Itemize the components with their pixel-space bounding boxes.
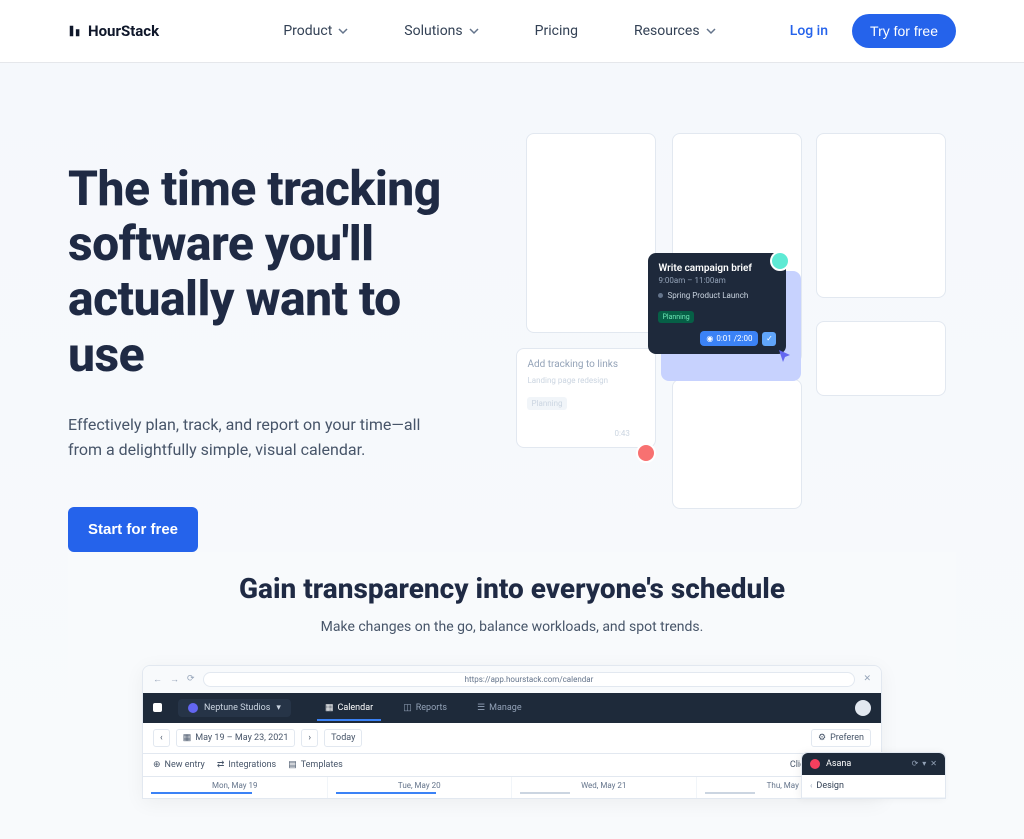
task-time: 9:00am – 11:00am <box>658 276 776 285</box>
url-bar[interactable]: https://app.hourstack.com/calendar <box>203 672 856 687</box>
record-icon: ◉ <box>706 334 713 343</box>
progress-bar <box>151 792 252 794</box>
nav-solutions[interactable]: Solutions <box>404 23 478 39</box>
templates-icon: ▤ <box>288 760 297 770</box>
progress-bar <box>336 792 437 794</box>
workspace-switcher[interactable]: Neptune Studios ▾ <box>178 699 291 717</box>
gear-icon: ⚙ <box>818 733 826 743</box>
new-entry-button[interactable]: ⊕ New entry <box>153 760 205 770</box>
close-icon[interactable]: ✕ <box>863 674 871 684</box>
chevron-down-icon <box>469 26 479 36</box>
chevron-down-icon: ▾ <box>276 703 281 713</box>
illus-card <box>816 321 946 396</box>
section-title: Gain transparency into everyone's schedu… <box>68 572 956 605</box>
templates-button[interactable]: ▤ Templates <box>288 760 343 770</box>
day-column: Wed, May 21 <box>512 777 697 798</box>
header-actions: Log in Try for free <box>790 14 956 48</box>
progress-bar <box>705 792 755 794</box>
browser-chrome: ← → ⟳ https://app.hourstack.com/calendar… <box>143 666 881 693</box>
prev-week-button[interactable]: ‹ <box>153 729 170 747</box>
calendar-sub-toolbar: ⊕ New entry ⇄ Integrations ▤ Templates C… <box>143 754 881 777</box>
integrations-icon: ⇄ <box>217 760 225 770</box>
hero-section: The time tracking software you'll actual… <box>0 63 1024 839</box>
start-free-button[interactable]: Start for free <box>68 507 198 552</box>
progress-bar <box>520 792 570 794</box>
brand-name: HourStack <box>88 22 159 40</box>
tab-manage[interactable]: ☰ Manage <box>469 695 530 721</box>
task-card-dark: Write campaign brief 9:00am – 11:00am Sp… <box>648 253 786 354</box>
illus-card <box>672 379 802 509</box>
avatar-icon <box>636 443 656 463</box>
task-title: Write campaign brief <box>658 263 776 274</box>
integrations-button[interactable]: ⇄ Integrations <box>217 760 276 770</box>
chevron-left-icon: ‹ <box>810 781 812 790</box>
chevron-down-icon <box>338 26 348 36</box>
hourstack-logo-icon <box>68 24 82 38</box>
today-button[interactable]: Today <box>324 729 362 747</box>
hero-subtitle: Effectively plan, track, and report on y… <box>68 412 428 463</box>
calendar-icon: ▦ <box>183 733 192 743</box>
section-transparency: Gain transparency into everyone's schedu… <box>68 552 956 799</box>
preferences-button[interactable]: ⚙ Preferen <box>811 729 871 747</box>
calendar-day-headers: Mon, May 19 Tue, May 20 Wed, May 21 Thu,… <box>143 777 881 798</box>
manage-icon: ☰ <box>477 703 485 713</box>
nav-pricing[interactable]: Pricing <box>535 23 578 39</box>
illus-card-light: Add tracking to links Landing page redes… <box>516 348 656 448</box>
float-timer: 0:43 <box>614 429 629 438</box>
hero-illustration: Add tracking to links Landing page redes… <box>516 133 956 513</box>
day-column: Tue, May 20 <box>328 777 513 798</box>
calendar-toolbar: ‹ ▦ May 19 – May 23, 2021 › Today ⚙ Pref… <box>143 723 881 754</box>
card-tag: Planning <box>527 397 566 410</box>
tab-reports[interactable]: ◫ Reports <box>395 695 455 721</box>
reports-icon: ◫ <box>403 703 412 713</box>
task-project: Spring Product Launch <box>658 291 776 300</box>
card-project: Landing page redesign <box>527 376 645 385</box>
nav-product[interactable]: Product <box>283 23 348 39</box>
illus-card <box>816 133 946 298</box>
integration-side-panel: Asana ⟳ ▾ ✕ ‹ Design <box>801 752 946 799</box>
side-panel-project-row[interactable]: ‹ Design <box>802 775 945 798</box>
tab-calendar[interactable]: ▦ Calendar <box>317 695 381 721</box>
refresh-icon[interactable]: ⟳ <box>187 674 195 684</box>
chevron-down-icon <box>706 26 716 36</box>
primary-nav: Product Solutions Pricing Resources <box>283 23 715 39</box>
login-link[interactable]: Log in <box>790 23 828 39</box>
cursor-icon <box>778 349 792 363</box>
day-column: Mon, May 19 <box>143 777 328 798</box>
timer-pill: ◉ 0:01 /2:00 <box>700 331 758 346</box>
workspace-dot-icon <box>188 703 198 713</box>
next-week-button[interactable]: › <box>301 729 318 747</box>
calendar-icon: ▦ <box>325 703 334 713</box>
user-avatar[interactable] <box>855 700 871 716</box>
browser-mockup: ← → ⟳ https://app.hourstack.com/calendar… <box>142 665 882 799</box>
app-logo-icon[interactable] <box>153 703 162 712</box>
check-button: ✓ <box>762 332 776 346</box>
hero-title: The time tracking software you'll actual… <box>68 161 476 382</box>
app-header: Neptune Studios ▾ ▦ Calendar ◫ Reports <box>143 693 881 723</box>
back-icon[interactable]: ← <box>153 674 162 685</box>
site-header: HourStack Product Solutions Pricing Reso… <box>0 0 1024 63</box>
forward-icon[interactable]: → <box>170 674 179 685</box>
plus-icon: ⊕ <box>153 760 161 770</box>
illus-card <box>526 133 656 333</box>
try-free-button[interactable]: Try for free <box>852 14 956 48</box>
section-subtitle: Make changes on the go, balance workload… <box>68 619 956 635</box>
brand-logo[interactable]: HourStack <box>68 22 159 40</box>
nav-resources[interactable]: Resources <box>634 23 716 39</box>
card-title: Add tracking to links <box>527 359 645 370</box>
task-badge: Planning <box>658 311 693 323</box>
date-range-picker[interactable]: ▦ May 19 – May 23, 2021 <box>176 729 296 747</box>
